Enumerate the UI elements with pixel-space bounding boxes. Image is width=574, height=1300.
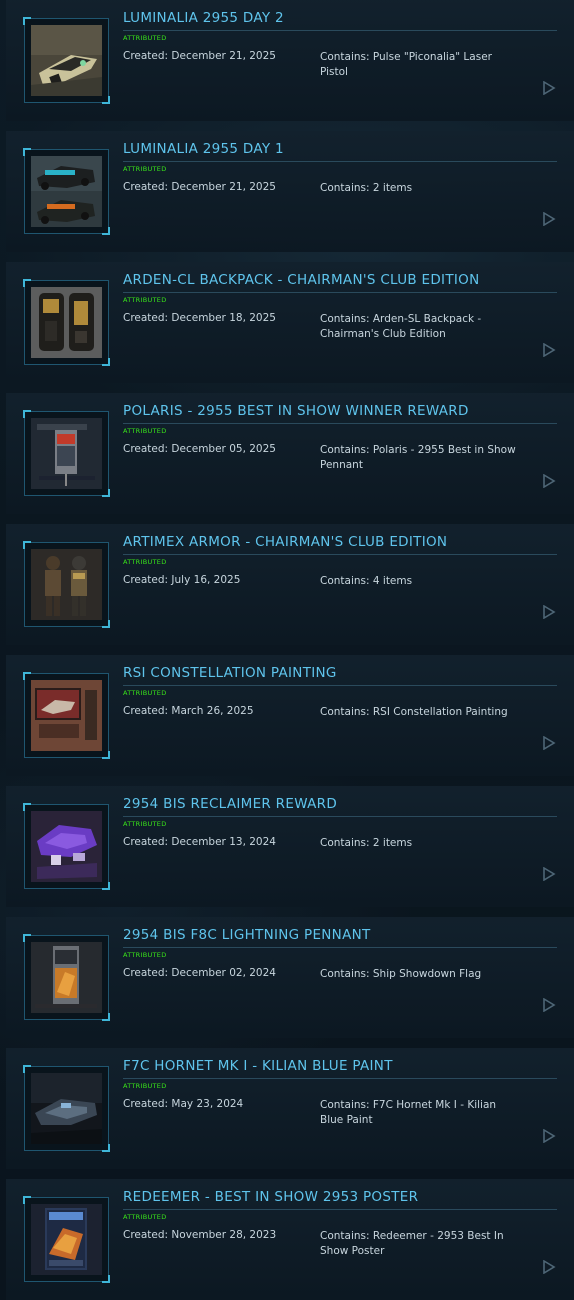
pledge-card[interactable]: 2954 BIS RECLAIMER REWARD ATTRIBUTED Cre… xyxy=(6,786,574,907)
pledge-card[interactable]: ARDEN-CL BACKPACK - CHAIRMAN'S CLUB EDIT… xyxy=(6,262,574,383)
pennant-thumbnail xyxy=(31,418,102,489)
created-date: Created: May 23, 2024 xyxy=(123,1098,244,1110)
pledge-card[interactable]: REDEEMER - BEST IN SHOW 2953 POSTER ATTR… xyxy=(6,1179,574,1300)
created-date: Created: July 16, 2025 xyxy=(123,574,241,586)
title-divider xyxy=(123,685,557,686)
pledge-card[interactable]: LUMINALIA 2955 DAY 1 ATTRIBUTED Created:… xyxy=(6,131,574,252)
pledge-thumbnail-frame[interactable] xyxy=(23,672,110,759)
title-divider xyxy=(123,423,557,424)
pledge-thumbnail-frame[interactable] xyxy=(23,17,110,104)
pledge-card[interactable]: LUMINALIA 2955 DAY 2 ATTRIBUTED Created:… xyxy=(6,0,574,121)
title-divider xyxy=(123,947,557,948)
play-arrow-icon[interactable] xyxy=(542,605,556,619)
contains-text: Contains: 4 items xyxy=(320,575,413,587)
pledge-thumbnail-frame[interactable] xyxy=(23,934,110,1021)
attributed-badge: ATTRIBUTED xyxy=(123,1082,167,1090)
created-date: Created: March 26, 2025 xyxy=(123,705,254,717)
backpack-thumbnail xyxy=(31,287,102,358)
reclaimer-model-thumbnail xyxy=(31,811,102,882)
attributed-badge: ATTRIBUTED xyxy=(123,820,167,828)
contains-text: Contains: Polaris - 2955 Best in Show Pe… xyxy=(320,444,516,471)
title-divider xyxy=(123,161,557,162)
contains-text: Contains: 2 items xyxy=(320,182,413,194)
contains-text: Contains: Ship Showdown Flag xyxy=(320,968,482,980)
pledge-card[interactable]: F7C HORNET MK I - KILIAN BLUE PAINT ATTR… xyxy=(6,1048,574,1169)
pledge-title[interactable]: ARTIMEX ARMOR - CHAIRMAN'S CLUB EDITION xyxy=(123,534,447,550)
title-divider xyxy=(123,1078,557,1079)
play-arrow-icon[interactable] xyxy=(542,1260,556,1274)
flag-thumbnail xyxy=(31,942,102,1013)
attributed-badge: ATTRIBUTED xyxy=(123,427,167,435)
pledge-title[interactable]: F7C HORNET MK I - KILIAN BLUE PAINT xyxy=(123,1058,393,1074)
attributed-badge: ATTRIBUTED xyxy=(123,165,167,173)
attributed-badge: ATTRIBUTED xyxy=(123,34,167,42)
contains-text: Contains: RSI Constellation Painting xyxy=(320,706,508,718)
created-date: Created: December 13, 2024 xyxy=(123,836,276,848)
attributed-badge: ATTRIBUTED xyxy=(123,558,167,566)
pledge-title[interactable]: 2954 BIS F8C LIGHTNING PENNANT xyxy=(123,927,371,943)
play-arrow-icon[interactable] xyxy=(542,212,556,226)
pledge-title[interactable]: REDEEMER - BEST IN SHOW 2953 POSTER xyxy=(123,1189,418,1205)
created-date: Created: December 21, 2025 xyxy=(123,181,276,193)
title-divider xyxy=(123,1209,557,1210)
pledge-thumbnail-frame[interactable] xyxy=(23,803,110,890)
play-arrow-icon[interactable] xyxy=(542,81,556,95)
play-arrow-icon[interactable] xyxy=(542,474,556,488)
pledge-title[interactable]: POLARIS - 2955 BEST IN SHOW WINNER REWAR… xyxy=(123,403,469,419)
armor-thumbnail xyxy=(31,549,102,620)
created-date: Created: November 28, 2023 xyxy=(123,1229,277,1241)
pledge-title[interactable]: 2954 BIS RECLAIMER REWARD xyxy=(123,796,337,812)
title-divider xyxy=(123,554,557,555)
created-date: Created: December 02, 2024 xyxy=(123,967,276,979)
pledge-thumbnail-frame[interactable] xyxy=(23,1065,110,1152)
contains-text: Contains: Pulse "Piconalia" Laser Pistol xyxy=(320,51,492,78)
pledge-thumbnail-frame[interactable] xyxy=(23,279,110,366)
pledge-card[interactable]: RSI CONSTELLATION PAINTING ATTRIBUTED Cr… xyxy=(6,655,574,776)
attributed-badge: ATTRIBUTED xyxy=(123,1213,167,1221)
play-arrow-icon[interactable] xyxy=(542,736,556,750)
poster-thumbnail xyxy=(31,1204,102,1275)
pledge-title[interactable]: ARDEN-CL BACKPACK - CHAIRMAN'S CLUB EDIT… xyxy=(123,272,480,288)
attributed-badge: ATTRIBUTED xyxy=(123,296,167,304)
play-arrow-icon[interactable] xyxy=(542,343,556,357)
play-arrow-icon[interactable] xyxy=(542,867,556,881)
pledge-title[interactable]: RSI CONSTELLATION PAINTING xyxy=(123,665,337,681)
title-divider xyxy=(123,30,557,31)
pledge-card[interactable]: 2954 BIS F8C LIGHTNING PENNANT ATTRIBUTE… xyxy=(6,917,574,1038)
pledge-title[interactable]: LUMINALIA 2955 DAY 2 xyxy=(123,10,284,26)
pledge-card[interactable]: ARTIMEX ARMOR - CHAIRMAN'S CLUB EDITION … xyxy=(6,524,574,645)
vehicle-pair-thumbnail xyxy=(31,156,102,227)
created-date: Created: December 21, 2025 xyxy=(123,50,276,62)
attributed-badge: ATTRIBUTED xyxy=(123,689,167,697)
title-divider xyxy=(123,816,557,817)
pledge-thumbnail-frame[interactable] xyxy=(23,148,110,235)
laser-pistol-thumbnail xyxy=(31,25,102,96)
pledge-card[interactable]: POLARIS - 2955 BEST IN SHOW WINNER REWAR… xyxy=(6,393,574,514)
pledge-title[interactable]: LUMINALIA 2955 DAY 1 xyxy=(123,141,284,157)
created-date: Created: December 05, 2025 xyxy=(123,443,276,455)
pledge-thumbnail-frame[interactable] xyxy=(23,1196,110,1283)
attributed-badge: ATTRIBUTED xyxy=(123,951,167,959)
contains-text: Contains: 2 items xyxy=(320,837,413,849)
painting-thumbnail xyxy=(31,680,102,751)
title-divider xyxy=(123,292,557,293)
contains-text: Contains: F7C Hornet Mk I - Kilian Blue … xyxy=(320,1099,497,1126)
play-arrow-icon[interactable] xyxy=(542,998,556,1012)
created-date: Created: December 18, 2025 xyxy=(123,312,276,324)
contains-text: Contains: Arden-SL Backpack - Chairman's… xyxy=(320,313,482,340)
contains-text: Contains: Redeemer - 2953 Best In Show P… xyxy=(320,1230,504,1257)
play-arrow-icon[interactable] xyxy=(542,1129,556,1143)
pledge-thumbnail-frame[interactable] xyxy=(23,541,110,628)
hornet-ship-thumbnail xyxy=(31,1073,102,1144)
pledge-thumbnail-frame[interactable] xyxy=(23,410,110,497)
